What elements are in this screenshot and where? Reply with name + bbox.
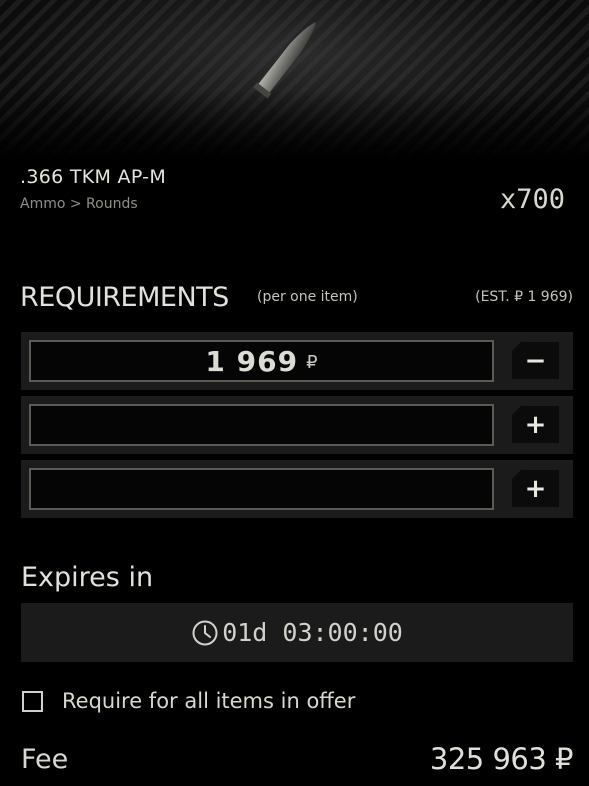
fee-value: 325 963 ₽ (429, 742, 574, 776)
requirement-row: 1 969 ₽ − (21, 332, 573, 390)
requirement-row: + (21, 460, 573, 518)
requirement-input[interactable] (29, 468, 494, 510)
expiration-selector[interactable]: 01d 03:00:00 (21, 603, 573, 662)
requirement-input[interactable] (29, 404, 494, 446)
item-category-breadcrumb: Ammo > Rounds (20, 196, 138, 212)
expiration-time: 01d 03:00:00 (222, 618, 403, 647)
requirements-note: (per one item) (257, 289, 358, 305)
requirements-title: REQUIREMENTS (20, 282, 229, 313)
requirements-estimate: (EST. ₽ 1 969) (475, 289, 573, 305)
currency-symbol: ₽ (306, 351, 318, 373)
require-all-checkbox[interactable] (22, 691, 43, 712)
remove-requirement-button[interactable]: − (512, 342, 559, 379)
requirement-row: + (21, 396, 573, 454)
item-name: .366 TKM AP-M (20, 166, 167, 188)
add-requirement-button[interactable]: + (512, 406, 559, 443)
requirement-price: 1 969 (205, 344, 299, 378)
clock-icon (191, 619, 219, 647)
item-quantity: x700 (499, 184, 565, 215)
add-requirement-button[interactable]: + (512, 470, 559, 507)
fee-label: Fee (21, 744, 69, 775)
expires-title: Expires in (21, 562, 154, 593)
require-all-label[interactable]: Require for all items in offer (62, 689, 355, 713)
requirement-input[interactable]: 1 969 ₽ (29, 340, 494, 382)
bullet-icon (253, 21, 316, 99)
